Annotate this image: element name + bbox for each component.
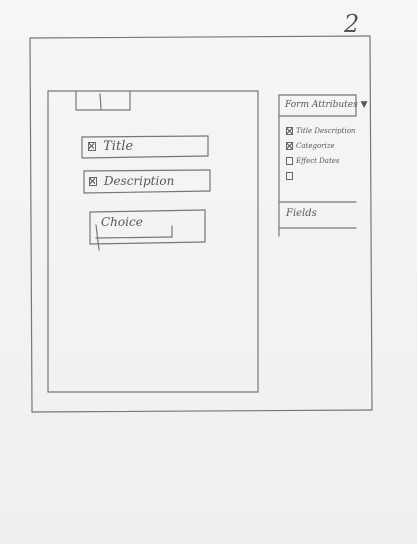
fields-label: Fields	[286, 208, 317, 219]
sketch-lines	[29, 35, 373, 413]
attribute-label: Title Description	[296, 126, 356, 135]
attribute-item-title-description[interactable]: Title Description	[286, 124, 386, 137]
field-title[interactable]: Title	[88, 139, 133, 154]
field-choice[interactable]: Choice	[101, 215, 143, 229]
checkbox-icon[interactable]	[89, 177, 97, 186]
attribute-label: Effect Dates	[296, 156, 340, 165]
form-attributes-label: Form Attributes	[285, 100, 358, 110]
attribute-item-empty[interactable]	[286, 169, 386, 182]
attribute-item-categorize[interactable]: Categorize	[286, 139, 386, 152]
field-description[interactable]: Description	[89, 174, 174, 188]
field-description-label: Description	[103, 174, 175, 188]
form-attributes-dropdown[interactable]: Form Attributes ▼	[285, 100, 368, 110]
field-title-label: Title	[103, 139, 134, 154]
chevron-down-icon: ▼	[360, 100, 368, 110]
checkbox-icon[interactable]	[286, 156, 293, 165]
attribute-label: Categorize	[296, 141, 335, 150]
sketch-page: 2 Title Description Choice Form Attribut…	[0, 0, 417, 544]
checkbox-icon[interactable]	[286, 141, 293, 150]
checkbox-icon[interactable]	[88, 142, 96, 151]
attribute-item-effect-dates[interactable]: Effect Dates	[286, 154, 386, 167]
fields-section[interactable]: Fields	[286, 208, 317, 219]
checkbox-icon[interactable]	[286, 126, 293, 135]
field-choice-label: Choice	[101, 215, 143, 229]
attribute-list: Title Description Categorize Effect Date…	[286, 124, 386, 184]
checkbox-icon[interactable]	[286, 171, 293, 180]
